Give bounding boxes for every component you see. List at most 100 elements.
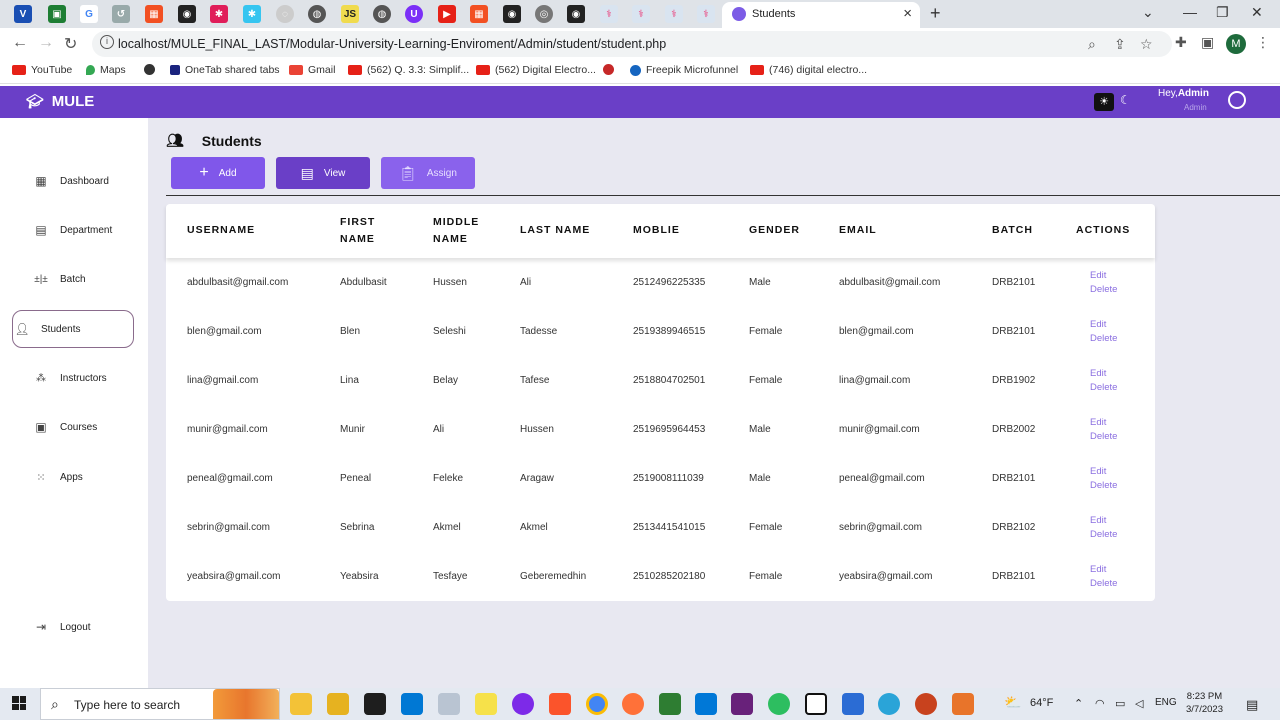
edit-link[interactable]: Edit — [1090, 270, 1106, 281]
pinned-tab-icon[interactable]: ⚕ — [665, 5, 683, 23]
minimize-button[interactable]: — — [1183, 4, 1197, 20]
address-bar[interactable]: i localhost/MULE_FINAL_LAST/Modular-Univ… — [92, 31, 1172, 57]
pinned-tab-icon[interactable]: ◎ — [535, 5, 553, 23]
menu-kebab-icon[interactable]: ⋮ — [1256, 34, 1270, 51]
bookmark-item[interactable]: (562) Q. 3.3: Simplif... — [348, 64, 469, 76]
edit-link[interactable]: Edit — [1090, 417, 1106, 428]
js-tab-icon[interactable]: JS — [341, 5, 359, 23]
light-mode-icon[interactable]: ☀ — [1094, 93, 1114, 111]
evernote-icon[interactable] — [768, 693, 790, 715]
pinned-tab-icon[interactable]: U — [405, 5, 423, 23]
app-icon[interactable] — [659, 693, 681, 715]
profile-avatar[interactable]: M — [1226, 34, 1246, 54]
bookmark-item[interactable] — [603, 64, 614, 75]
app-icon[interactable] — [438, 693, 460, 715]
share-icon[interactable]: ⇪ — [1114, 36, 1126, 53]
active-tab[interactable]: Students × — [722, 2, 920, 28]
bookmark-item[interactable] — [144, 64, 155, 75]
logout-button[interactable]: ⇥ Logout — [12, 608, 134, 646]
extensions-icon[interactable]: ✚ — [1175, 34, 1187, 51]
language-indicator[interactable]: ENG — [1155, 697, 1177, 708]
sidebar-item-courses[interactable]: ▣ Courses — [12, 408, 134, 446]
zoom-icon[interactable]: ⌕ — [1088, 36, 1096, 53]
visual-studio-icon[interactable] — [731, 693, 753, 715]
edit-link[interactable]: Edit — [1090, 368, 1106, 379]
github-tab-icon[interactable]: ◉ — [503, 5, 521, 23]
assign-button[interactable]: 📋︎ Assign — [381, 157, 475, 189]
delete-link[interactable]: Delete — [1090, 284, 1117, 295]
column-header-mobile[interactable]: MOBLIE — [633, 222, 680, 239]
brave-icon[interactable] — [549, 693, 571, 715]
pinned-tab-icon[interactable]: ◌ — [276, 5, 294, 23]
github-tab-icon[interactable]: ◉ — [567, 5, 585, 23]
pinned-tab-icon[interactable]: ⚕ — [632, 5, 650, 23]
new-tab-button[interactable]: + — [930, 3, 941, 24]
sidebar-item-dashboard[interactable]: ▦ Dashboard — [12, 162, 134, 200]
delete-link[interactable]: Delete — [1090, 480, 1117, 491]
notifications-icon[interactable]: ▤ — [1246, 697, 1258, 713]
edit-link[interactable]: Edit — [1090, 319, 1106, 330]
bookmark-item[interactable]: (746) digital electro... — [750, 64, 867, 76]
wifi-icon[interactable]: ◠ — [1095, 697, 1105, 710]
pinned-tab-icon[interactable]: V — [14, 5, 32, 23]
slack-tab-icon[interactable]: ✱ — [210, 5, 228, 23]
bookmark-item[interactable]: Gmail — [289, 64, 335, 76]
weather-temp[interactable]: 64°F — [1030, 697, 1053, 709]
youtube-tab-icon[interactable]: ▶ — [438, 5, 456, 23]
microsoft-tab-icon[interactable]: ▦ — [145, 5, 163, 23]
column-header-first-name[interactable]: FIRST NAME — [340, 214, 375, 248]
sidebar-item-apps[interactable]: ⁙ Apps — [12, 458, 134, 496]
close-tab-icon[interactable]: × — [903, 5, 912, 22]
store-icon[interactable] — [401, 693, 423, 715]
telegram-icon[interactable] — [878, 693, 900, 715]
chrome-icon[interactable] — [586, 693, 608, 715]
dark-mode-icon[interactable]: ☾ — [1120, 93, 1131, 107]
pinned-tab-icon[interactable]: ↺ — [112, 5, 130, 23]
sidebar-item-students[interactable]: 👤︎ Students — [12, 310, 134, 348]
clock[interactable]: 8:23 PM 3/7/2023 — [1186, 690, 1223, 716]
back-icon[interactable]: ← — [12, 34, 28, 52]
bookmark-item[interactable]: YouTube — [12, 64, 72, 76]
app-logo[interactable]: 🎓︎ MULE — [26, 93, 94, 110]
firefox-icon[interactable] — [622, 693, 644, 715]
google-tab-icon[interactable]: G — [80, 5, 98, 23]
app-icon[interactable] — [327, 693, 349, 715]
add-button[interactable]: + Add — [171, 157, 265, 189]
delete-link[interactable]: Delete — [1090, 333, 1117, 344]
url-text[interactable]: localhost/MULE_FINAL_LAST/Modular-Univer… — [118, 37, 666, 51]
tray-chevron-icon[interactable]: ⌃ — [1074, 697, 1083, 710]
pinned-tab-icon[interactable]: ⚕ — [600, 5, 618, 23]
file-explorer-icon[interactable] — [290, 693, 312, 715]
sidebar-item-instructors[interactable]: ⁂ Instructors — [12, 359, 134, 397]
sidebar-item-batch[interactable]: ±|± Batch — [12, 260, 134, 298]
column-header-email[interactable]: EMAIL — [839, 222, 877, 239]
bookmark-item[interactable]: Maps — [86, 64, 126, 76]
bookmark-item[interactable]: (562) Digital Electro... — [476, 64, 596, 76]
column-header-batch[interactable]: BATCH — [992, 222, 1033, 239]
delete-link[interactable]: Delete — [1090, 431, 1117, 442]
chevron-down-icon[interactable]: ⌄ — [1142, 4, 1154, 21]
view-button[interactable]: ▤ View — [276, 157, 370, 189]
powerpoint-icon[interactable] — [915, 693, 937, 715]
microsoft-tab-icon[interactable]: ▦ — [470, 5, 488, 23]
figma-icon[interactable] — [364, 693, 386, 715]
volume-icon[interactable]: ◁ — [1135, 697, 1143, 710]
slack-tab-icon[interactable]: ✱ — [243, 5, 261, 23]
sidebar-item-department[interactable]: ▤ Department — [12, 211, 134, 249]
forward-icon[interactable]: → — [38, 34, 54, 52]
pinned-tab-icon[interactable]: ▣ — [48, 5, 66, 23]
edit-link[interactable]: Edit — [1090, 515, 1106, 526]
pinned-tab-icon[interactable]: ◍ — [373, 5, 391, 23]
bookmark-item[interactable]: Freepik Microfunnel — [630, 64, 738, 76]
github-tab-icon[interactable]: ◉ — [178, 5, 196, 23]
restore-button[interactable]: ❐ — [1216, 4, 1229, 21]
canva-icon[interactable] — [512, 693, 534, 715]
site-info-icon[interactable]: i — [100, 35, 114, 49]
bookmark-star-icon[interactable]: ☆ — [1140, 36, 1153, 53]
column-header-last-name[interactable]: LAST NAME — [520, 222, 590, 239]
delete-link[interactable]: Delete — [1090, 578, 1117, 589]
edit-link[interactable]: Edit — [1090, 466, 1106, 477]
app-icon[interactable] — [475, 693, 497, 715]
reload-icon[interactable]: ↻ — [64, 34, 77, 54]
edit-link[interactable]: Edit — [1090, 564, 1106, 575]
